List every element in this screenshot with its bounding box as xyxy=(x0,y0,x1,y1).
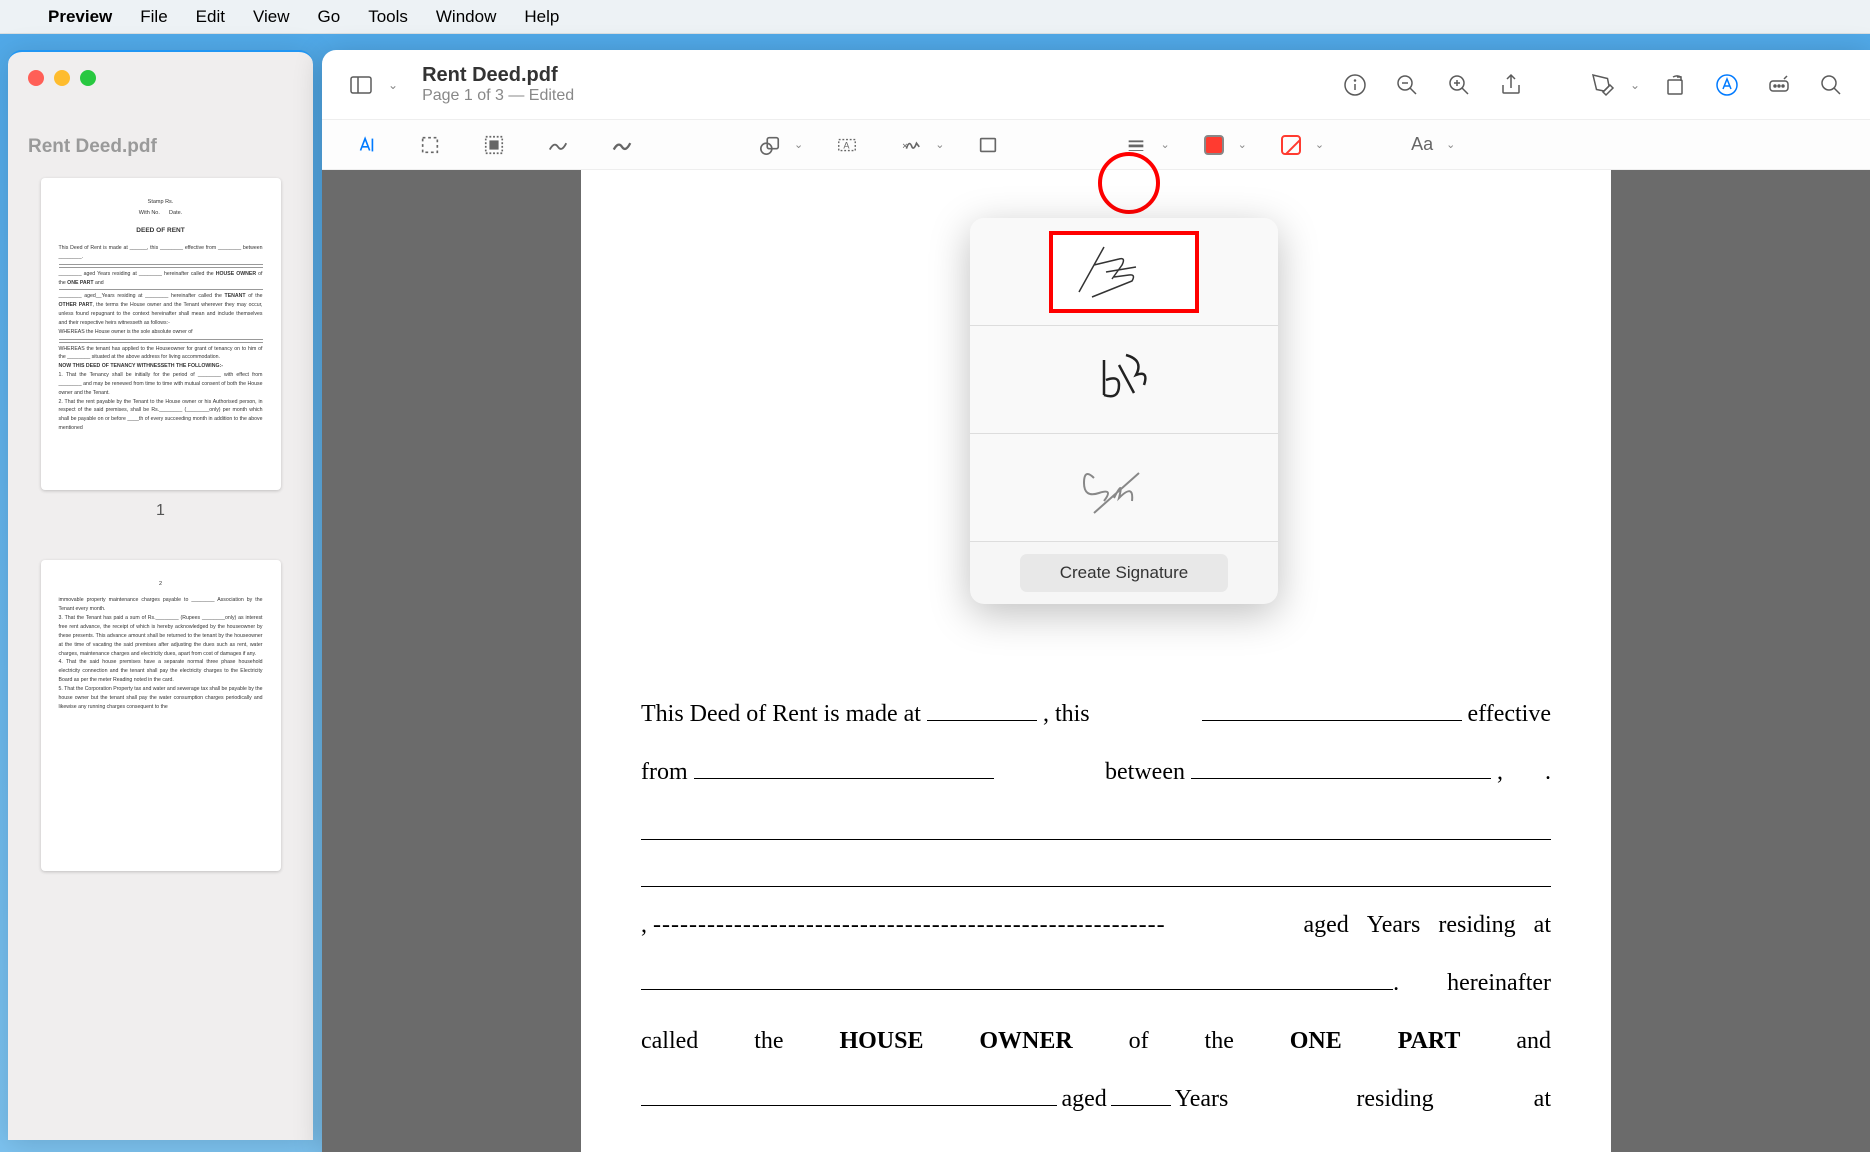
fill-color-dropdown[interactable]: ⌄ xyxy=(1315,138,1324,151)
doc-text: Years xyxy=(1367,901,1421,949)
draw-tool[interactable] xyxy=(602,127,642,163)
zoom-out-button[interactable] xyxy=(1386,66,1428,104)
doc-text: residing xyxy=(1438,901,1515,949)
color-swatch-icon xyxy=(1204,135,1224,155)
menubar-go[interactable]: Go xyxy=(318,7,341,27)
text-style-dropdown[interactable]: ⌄ xyxy=(1446,138,1455,151)
markup-toggle-button[interactable] xyxy=(1706,66,1748,104)
font-label: Aa xyxy=(1411,134,1433,155)
doc-text: from xyxy=(641,748,688,796)
page-thumbnail-1[interactable]: Stamp Rs. With No. Date. DEED OF RENT Th… xyxy=(41,178,281,490)
menubar-file[interactable]: File xyxy=(140,7,167,27)
main-toolbar: ⌄ Rent Deed.pdf Page 1 of 3 — Edited ⌄ xyxy=(322,50,1870,120)
form-fill-button[interactable] xyxy=(1758,66,1800,104)
fullscreen-window-button[interactable] xyxy=(80,70,96,86)
doc-text: , xyxy=(641,901,647,949)
note-tool[interactable] xyxy=(968,127,1008,163)
doc-text: at xyxy=(1534,1075,1551,1123)
doc-text: PART xyxy=(1398,1017,1461,1065)
window-controls xyxy=(8,52,313,96)
signature-create-row: Create Signature xyxy=(970,542,1278,604)
border-color-tool[interactable] xyxy=(1194,127,1234,163)
no-fill-icon xyxy=(1281,135,1301,155)
signature-option-1[interactable] xyxy=(970,218,1278,326)
shapes-dropdown[interactable]: ⌄ xyxy=(794,138,803,151)
signature-preview-3-icon xyxy=(1064,453,1184,523)
rect-selection-tool[interactable] xyxy=(410,127,450,163)
sign-tool[interactable]: ✕ xyxy=(891,127,931,163)
doc-text: and xyxy=(1516,1017,1551,1065)
doc-text: aged xyxy=(1303,901,1348,949)
redact-tool[interactable] xyxy=(474,127,514,163)
signature-preview-2-icon xyxy=(1064,345,1184,415)
rotate-button[interactable] xyxy=(1654,66,1696,104)
doc-text: Years xyxy=(1175,1075,1229,1123)
doc-text: ----------------------------------------… xyxy=(653,901,1166,949)
macos-menubar: Preview File Edit View Go Tools Window H… xyxy=(0,0,1870,34)
doc-text: HOUSE xyxy=(839,1017,923,1065)
create-signature-button[interactable]: Create Signature xyxy=(1020,554,1229,592)
markup-toolbar: ⌄ A ✕ ⌄ ⌄ ⌄ xyxy=(322,120,1870,170)
page-number-1: 1 xyxy=(40,502,281,520)
doc-text: , this xyxy=(1043,690,1090,738)
menubar-edit[interactable]: Edit xyxy=(196,7,225,27)
doc-text: OWNER xyxy=(979,1017,1072,1065)
highlight-button[interactable] xyxy=(1582,66,1624,104)
document-title: Rent Deed.pdf xyxy=(422,64,574,87)
search-button[interactable] xyxy=(1810,66,1852,104)
doc-text: . xyxy=(1545,748,1551,796)
page-thumbnail-2[interactable]: 2 immovable property maintenance charges… xyxy=(41,560,281,872)
doc-text: residing xyxy=(1356,1075,1433,1123)
menubar-view[interactable]: View xyxy=(253,7,290,27)
info-button[interactable] xyxy=(1334,66,1376,104)
text-selection-tool[interactable] xyxy=(346,127,386,163)
signature-popover: Create Signature xyxy=(970,218,1278,604)
thumbnail-sidebar-window: Rent Deed.pdf Stamp Rs. With No. Date. D… xyxy=(8,50,313,1140)
minimize-window-button[interactable] xyxy=(54,70,70,86)
sidebar-toggle-button[interactable] xyxy=(340,66,382,104)
share-button[interactable] xyxy=(1490,66,1532,104)
text-style-tool[interactable]: Aa xyxy=(1402,127,1442,163)
svg-text:A: A xyxy=(844,140,851,150)
doc-text: effective xyxy=(1468,690,1552,738)
zoom-in-button[interactable] xyxy=(1438,66,1480,104)
document-title-block: Rent Deed.pdf Page 1 of 3 — Edited xyxy=(422,64,574,105)
border-style-dropdown[interactable]: ⌄ xyxy=(1160,138,1169,151)
doc-text: ONE xyxy=(1290,1017,1342,1065)
menubar-help[interactable]: Help xyxy=(524,7,559,27)
doc-text: , xyxy=(1497,748,1503,796)
doc-text: at xyxy=(1534,901,1551,949)
doc-text: called xyxy=(641,1017,698,1065)
highlight-dropdown[interactable]: ⌄ xyxy=(1630,78,1640,92)
fill-color-tool[interactable] xyxy=(1271,127,1311,163)
menubar-window[interactable]: Window xyxy=(436,7,496,27)
menubar-app-name[interactable]: Preview xyxy=(48,7,112,27)
border-color-dropdown[interactable]: ⌄ xyxy=(1238,138,1247,151)
signature-option-3[interactable] xyxy=(970,434,1278,542)
shapes-tool[interactable] xyxy=(750,127,790,163)
preview-main-window: ⌄ Rent Deed.pdf Page 1 of 3 — Edited ⌄ xyxy=(322,50,1870,1152)
sketch-tool[interactable] xyxy=(538,127,578,163)
doc-text: aged xyxy=(1061,1075,1106,1123)
close-window-button[interactable] xyxy=(28,70,44,86)
doc-text: This Deed of Rent is made at xyxy=(641,690,921,738)
menubar-tools[interactable]: Tools xyxy=(368,7,408,27)
border-style-tool[interactable] xyxy=(1116,127,1156,163)
signature-option-2[interactable] xyxy=(970,326,1278,434)
sidebar-filename: Rent Deed.pdf xyxy=(8,96,313,178)
doc-text: . xyxy=(1393,959,1399,1007)
text-tool[interactable]: A xyxy=(827,127,867,163)
doc-text: the xyxy=(754,1017,783,1065)
doc-text: of xyxy=(1129,1017,1149,1065)
view-mode-dropdown[interactable]: ⌄ xyxy=(388,78,398,92)
signature-preview-1-icon xyxy=(1064,237,1184,307)
doc-text: the xyxy=(1205,1017,1234,1065)
doc-text: between xyxy=(1105,748,1185,796)
doc-text: hereinafter xyxy=(1447,959,1551,1007)
sign-dropdown[interactable]: ⌄ xyxy=(935,138,944,151)
document-subtitle: Page 1 of 3 — Edited xyxy=(422,87,574,105)
